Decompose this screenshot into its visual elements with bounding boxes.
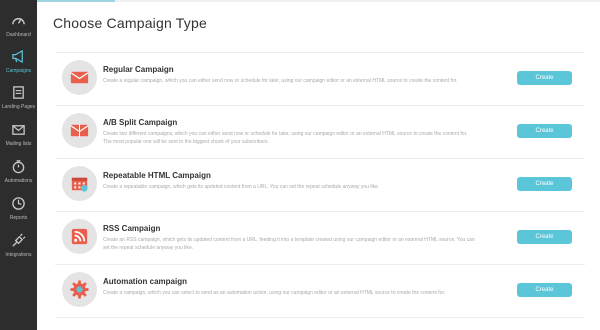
sidebar-item-label: Campaigns <box>5 68 32 74</box>
envelope-icon <box>62 60 97 95</box>
gear-icon <box>62 272 97 307</box>
sidebar: Dashboard Campaigns Landing Pages Mailin… <box>0 0 37 330</box>
rss-icon <box>62 219 97 254</box>
sidebar-item-landing-pages[interactable]: Landing Pages <box>0 80 37 118</box>
top-divider <box>37 0 600 2</box>
create-automation-campaign-button[interactable]: Create <box>517 283 572 297</box>
clock-icon <box>12 197 25 210</box>
campaign-row-repeatable-html: Repeatable HTML Campaign Create a repeat… <box>55 159 590 211</box>
sidebar-item-label: Reports <box>9 215 28 221</box>
create-regular-campaign-button[interactable]: Create <box>517 71 572 85</box>
page-title: Choose Campaign Type <box>53 15 207 31</box>
sidebar-item-label: Mailing lists <box>5 141 32 147</box>
campaign-title: Automation campaign <box>103 277 188 286</box>
top-accent-bar <box>37 0 115 2</box>
sidebar-item-label: Integrations <box>5 252 32 258</box>
split-envelope-icon <box>62 113 97 148</box>
campaign-description: Create an RSS campaign, which gets its u… <box>103 237 475 251</box>
sidebar-item-automations[interactable]: Automations <box>0 154 37 192</box>
megaphone-icon <box>12 49 23 64</box>
campaign-row-ab-split: A/B Split Campaign Create two different … <box>55 106 590 158</box>
campaign-row-regular: Regular Campaign Create a regular campai… <box>55 53 590 105</box>
landing-page-icon <box>13 86 24 99</box>
sidebar-item-dashboard[interactable]: Dashboard <box>0 8 37 46</box>
sidebar-item-campaigns[interactable]: Campaigns <box>0 44 37 82</box>
campaign-description: Create a campaign, which you can select … <box>103 290 446 296</box>
stopwatch-icon <box>12 160 25 174</box>
campaign-title: Repeatable HTML Campaign <box>103 171 211 180</box>
sidebar-item-mailing-lists[interactable]: Mailing lists <box>0 117 37 155</box>
calendar-icon <box>62 166 97 201</box>
sidebar-item-label: Landing Pages <box>1 104 36 110</box>
mailing-list-icon <box>12 125 25 135</box>
campaign-title: RSS Campaign <box>103 224 161 233</box>
divider <box>55 317 585 318</box>
campaign-description: Create a regular campaign, which you can… <box>103 78 458 84</box>
create-repeatable-html-campaign-button[interactable]: Create <box>517 177 572 191</box>
sidebar-item-reports[interactable]: Reports <box>0 191 37 229</box>
campaign-description: Create a repeatable campaign, which gets… <box>103 184 380 190</box>
campaign-description: Create two different campaigns, which yo… <box>103 131 468 145</box>
create-rss-campaign-button[interactable]: Create <box>517 230 572 244</box>
sidebar-item-label: Automations <box>4 178 33 184</box>
sidebar-item-integrations[interactable]: Integrations <box>0 228 37 266</box>
create-ab-split-campaign-button[interactable]: Create <box>517 124 572 138</box>
campaign-title: A/B Split Campaign <box>103 118 178 127</box>
plug-icon <box>12 233 26 247</box>
sidebar-item-label: Dashboard <box>6 32 31 38</box>
campaign-row-automation: Automation campaign Create a campaign, w… <box>55 265 590 317</box>
campaign-title: Regular Campaign <box>103 65 174 74</box>
dashboard-icon <box>12 18 25 25</box>
campaign-row-rss: RSS Campaign Create an RSS campaign, whi… <box>55 212 590 264</box>
